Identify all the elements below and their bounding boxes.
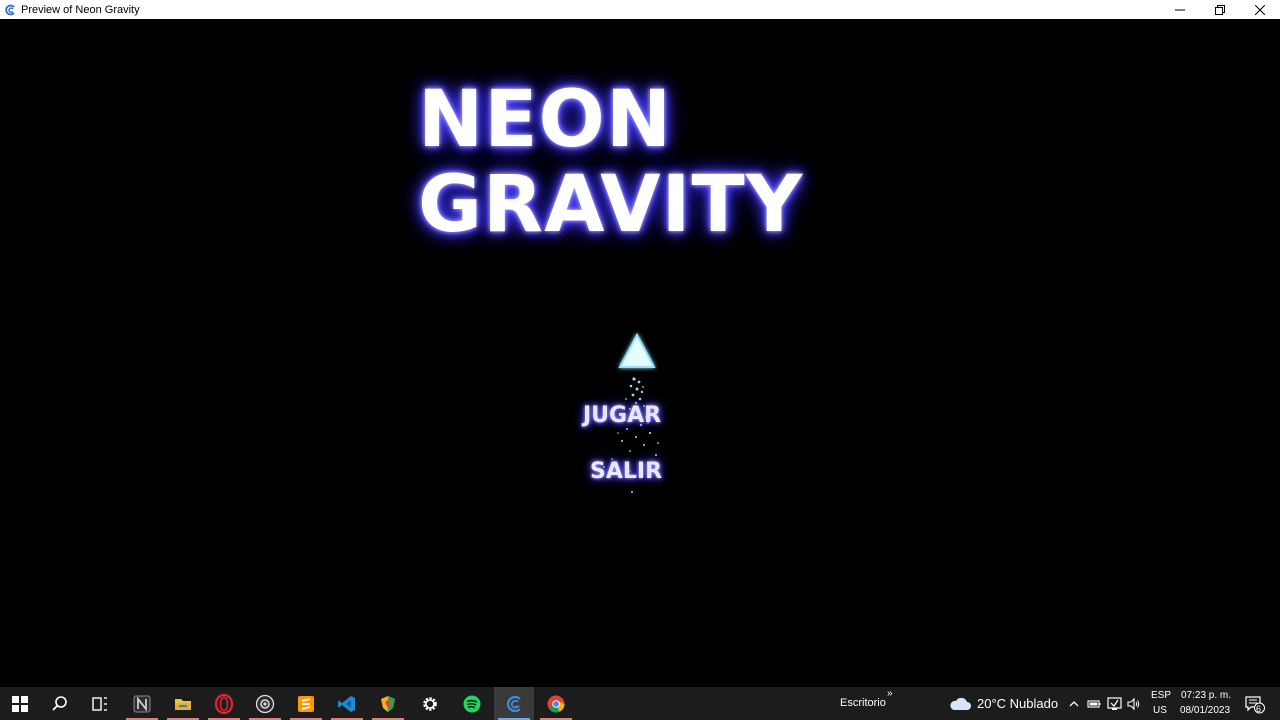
weather-widget[interactable]: [948, 687, 972, 720]
taskbar-app-vscode[interactable]: [327, 687, 367, 720]
taskbar-app-file-explorer[interactable]: [163, 687, 203, 720]
minimize-button[interactable]: [1160, 0, 1200, 19]
taskbar-app-settings[interactable]: [410, 687, 450, 720]
notion-icon: [133, 695, 151, 712]
file-explorer-icon: [175, 698, 191, 710]
taskbar-app-gdevelop[interactable]: [494, 687, 534, 720]
clock-time[interactable]: 07:23 p. m.: [1181, 690, 1231, 701]
shield-app-icon: [381, 695, 395, 712]
exit-button[interactable]: SALIR: [590, 459, 662, 484]
sublime-text-icon: [298, 695, 314, 712]
game-title-line-1: NEON: [418, 75, 673, 165]
opera-icon: [214, 693, 234, 714]
game-title-line-2: GRAVITY: [418, 160, 804, 250]
game-canvas[interactable]: NEON GRAVITY JUGAR SALIR: [0, 19, 1280, 687]
weather-text[interactable]: 20°C Nublado: [977, 696, 1058, 711]
gdevelop-app-icon: [5, 4, 15, 15]
speaker-icon: [1127, 697, 1140, 710]
notifications-button[interactable]: [1244, 687, 1266, 720]
network-icon: [1107, 696, 1122, 710]
restore-button[interactable]: [1200, 0, 1240, 19]
spotify-icon: [463, 695, 481, 712]
notification-center-icon: [1245, 695, 1265, 713]
cloud-icon: [950, 697, 971, 710]
task-view-button[interactable]: [80, 687, 120, 720]
taskbar-app-obs[interactable]: [245, 687, 285, 720]
battery-button[interactable]: [1087, 687, 1101, 720]
chrome-icon: [547, 695, 565, 713]
window-titlebar: Preview of Neon Gravity: [0, 0, 1280, 19]
chevron-up-icon: [1069, 700, 1079, 706]
windows-start-icon: [12, 695, 28, 712]
taskbar-app-chrome[interactable]: [536, 687, 576, 720]
search-icon: [52, 695, 67, 711]
play-button[interactable]: JUGAR: [583, 403, 661, 428]
window-title: Preview of Neon Gravity: [21, 3, 140, 16]
gdevelop-icon: [507, 695, 521, 712]
input-language-secondary[interactable]: US: [1153, 705, 1167, 716]
close-button[interactable]: [1240, 0, 1280, 19]
windows-start-button[interactable]: [0, 687, 40, 720]
vscode-icon: [338, 695, 355, 712]
taskbar-app-shield[interactable]: [368, 687, 408, 720]
input-language-primary[interactable]: ESP: [1151, 690, 1171, 701]
close-icon: [1255, 4, 1265, 15]
show-hidden-icons-button[interactable]: [1068, 687, 1080, 720]
volume-button[interactable]: [1127, 687, 1141, 720]
obs-icon: [255, 694, 275, 713]
minimize-icon: [1175, 9, 1185, 10]
desktop-toolbar-label[interactable]: Escritorio: [840, 697, 886, 709]
restore-icon: [1215, 4, 1225, 15]
desktop-toolbar-chevron-icon[interactable]: »: [887, 688, 893, 699]
taskbar-app-notion[interactable]: [122, 687, 162, 720]
task-view-icon: [92, 696, 107, 711]
taskbar-app-sublime-text[interactable]: [286, 687, 326, 720]
battery-icon: [1087, 699, 1101, 708]
settings-icon: [423, 696, 437, 711]
taskbar-app-opera[interactable]: [204, 687, 244, 720]
network-button[interactable]: [1107, 687, 1123, 720]
search-button[interactable]: [40, 687, 80, 720]
clock-date[interactable]: 08/01/2023: [1180, 705, 1230, 716]
notification-count-badge: 6: [1256, 704, 1262, 714]
taskbar-app-spotify[interactable]: [452, 687, 492, 720]
